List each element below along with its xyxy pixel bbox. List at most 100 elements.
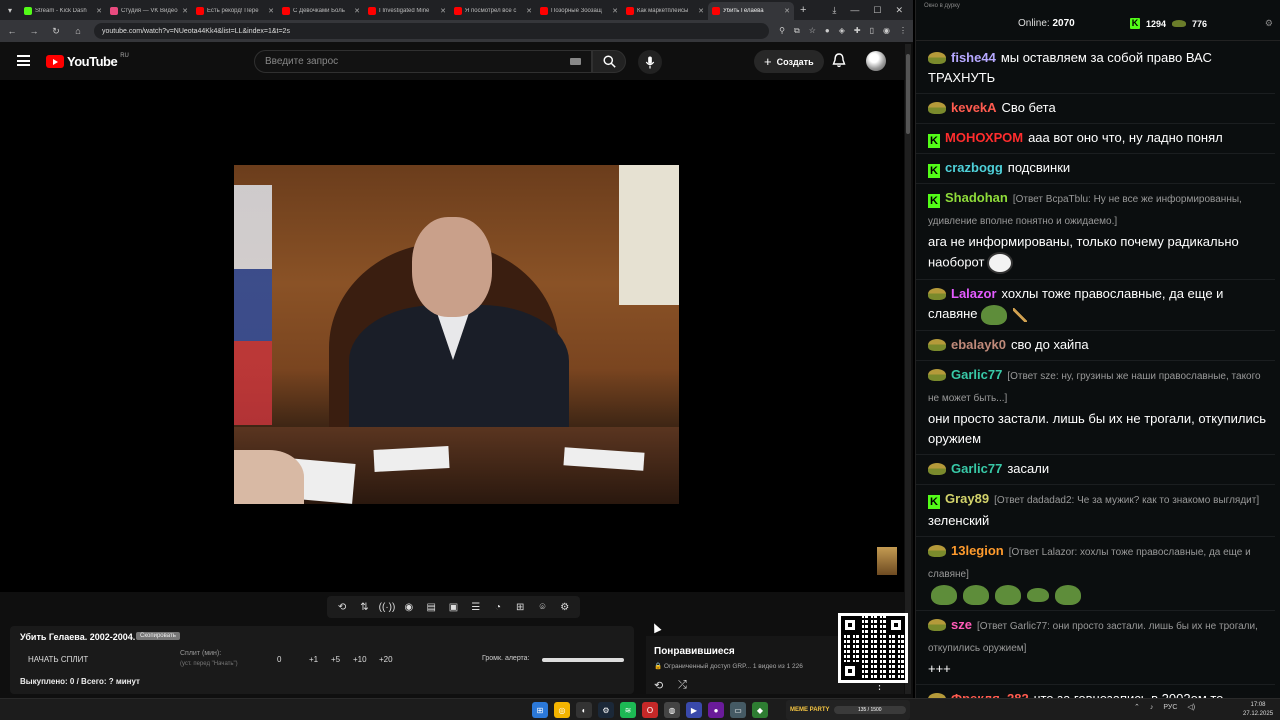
browser-tab[interactable]: Студия — VK Видео ✕ — [106, 2, 192, 20]
chat-username[interactable]: Lalazor — [951, 286, 997, 301]
start-icon[interactable]: ⊞ — [532, 702, 548, 718]
eye-icon[interactable]: ◉ — [401, 602, 417, 613]
terminal-icon[interactable]: ▭ — [730, 702, 746, 718]
home-icon[interactable]: ⌂ — [72, 26, 84, 36]
chat-message[interactable]: ebalayk0 сво до хайпа — [916, 331, 1275, 361]
gamepad-icon[interactable]: ◍ — [664, 702, 680, 718]
lang-indicator[interactable]: РУС — [1163, 704, 1177, 711]
minimize-button[interactable]: — — [850, 5, 859, 16]
chat-messages[interactable]: fishe44 мы оставляем за собой право ВАС Т… — [916, 44, 1275, 716]
extensions-puzzle-icon[interactable]: ✚ — [854, 26, 861, 36]
extension-dot-icon[interactable]: ● — [825, 26, 830, 36]
tab-search-icon[interactable]: ▾ — [0, 0, 20, 20]
avatar[interactable] — [866, 51, 886, 71]
video-player[interactable] — [0, 80, 904, 592]
voice-search-button[interactable] — [638, 50, 662, 74]
download-icon[interactable]: ⤓ — [832, 5, 836, 16]
chat-message[interactable]: K Gray89 [Ответ dadadad2: Че за мужик? как… — [916, 485, 1275, 537]
chat-username[interactable]: sze — [951, 617, 972, 632]
browser-tab[interactable]: Я посмотрел все с ✕ — [450, 2, 536, 20]
chat-username[interactable]: Shadohan — [945, 190, 1008, 205]
chat-username[interactable]: fishe44 — [951, 50, 996, 65]
page-scrollbar[interactable] — [905, 44, 911, 694]
reload-icon[interactable]: ↻ — [50, 26, 62, 37]
playlist-title[interactable]: Понравившиеся — [654, 646, 735, 657]
keyboard-icon[interactable] — [570, 58, 581, 65]
volume-icon[interactable]: ◁) — [1187, 703, 1195, 711]
chat-message[interactable]: Kcrazbogg подсвинки — [916, 154, 1275, 184]
channel-watermark[interactable] — [877, 547, 897, 575]
maximize-button[interactable]: ☐ — [873, 5, 881, 16]
chevron-up-icon[interactable]: ⌃ — [1134, 703, 1140, 711]
browser-tab[interactable]: Убить Гелаева ✕ — [708, 2, 794, 20]
tab-close-icon[interactable]: ✕ — [96, 7, 102, 15]
chat-message[interactable]: kevekA Сво бета — [916, 94, 1275, 124]
tab-close-icon[interactable]: ✕ — [784, 7, 790, 15]
camera-icon[interactable]: ⌾ — [535, 602, 551, 613]
steam-icon[interactable]: ⚙ — [598, 702, 614, 718]
new-tab-button[interactable]: + — [794, 4, 812, 16]
chat-message[interactable]: fishe44 мы оставляем за собой право ВАС Т… — [916, 44, 1275, 94]
url-field[interactable]: youtube.com/watch?v=NUeota44Kk4&list=LL&… — [94, 23, 770, 39]
tab-close-icon[interactable]: ✕ — [440, 7, 446, 15]
start-split-button[interactable]: НАЧАТЬ СПЛИТ — [28, 655, 88, 664]
copy-button[interactable]: Скопировать — [136, 632, 180, 640]
sort-icon[interactable]: ⇅ — [356, 602, 372, 613]
gear-icon[interactable]: ⚙ — [557, 602, 573, 613]
close-button[interactable]: ✕ — [895, 5, 903, 16]
chat-username[interactable]: crazbogg — [945, 160, 1003, 175]
chat-username[interactable]: 13legion — [951, 543, 1004, 558]
search-button[interactable] — [592, 50, 626, 73]
forward-icon[interactable]: → — [28, 26, 40, 36]
back-icon[interactable]: ← — [6, 26, 18, 36]
tab-close-icon[interactable]: ✕ — [268, 7, 274, 15]
subtitles-icon[interactable]: ☰ — [468, 602, 484, 613]
loop-icon[interactable]: ⟲ — [654, 679, 663, 692]
broadcast-icon[interactable]: ((·)) — [379, 602, 396, 613]
chat-message[interactable]: Garlic77 [Ответ sze: ну, грузины же наши … — [916, 361, 1275, 455]
pip-icon[interactable]: ▣ — [445, 602, 461, 613]
browser-menu-icon[interactable]: ⋮ — [899, 26, 907, 36]
repeat-icon[interactable]: ⟲ — [334, 602, 350, 613]
alert-volume-slider[interactable] — [542, 658, 624, 662]
scrollbar-thumb[interactable] — [906, 54, 910, 134]
tab-close-icon[interactable]: ✕ — [182, 7, 188, 15]
opera-icon[interactable]: O — [642, 702, 658, 718]
split-add-5-button[interactable]: +5 — [331, 655, 340, 664]
tab-close-icon[interactable]: ✕ — [698, 7, 704, 15]
chat-settings-icon[interactable]: ⚙ — [1265, 18, 1273, 29]
media-player-icon[interactable]: ▶ — [686, 702, 702, 718]
youtube-logo[interactable]: YouTube RU — [46, 53, 129, 69]
app-icon[interactable]: ◆ — [752, 702, 768, 718]
search-input[interactable] — [265, 56, 570, 67]
chat-message[interactable]: sze [Ответ Garlic77: они просто застали. … — [916, 611, 1275, 686]
chat-username[interactable]: Garlic77 — [951, 367, 1002, 382]
create-button[interactable]: + Создать — [754, 50, 824, 73]
tab-close-icon[interactable]: ✕ — [526, 7, 532, 15]
speed-icon[interactable]: ◔ — [490, 602, 506, 613]
bookmark-star-icon[interactable]: ☆ — [809, 26, 816, 36]
extension-ublock-icon[interactable]: ◈ — [839, 26, 845, 36]
split-add-1-button[interactable]: +1 — [309, 655, 318, 664]
split-add-20-button[interactable]: +20 — [379, 655, 393, 664]
tab-close-icon[interactable]: ✕ — [354, 7, 360, 15]
zoom-icon[interactable]: ⚲ — [779, 26, 785, 36]
sidebar-icon[interactable]: ▯ — [870, 26, 874, 36]
chat-message[interactable]: K Shadohan [Ответ ВсраТblu: Ну не все же и… — [916, 184, 1275, 280]
browser-tab[interactable]: Есть рекорд! Пере ✕ — [192, 2, 278, 20]
chat-username[interactable]: Garlic77 — [951, 461, 1002, 476]
profile-icon[interactable]: ◉ — [883, 26, 890, 36]
browser-tab[interactable]: С Девочками Боль ✕ — [278, 2, 364, 20]
install-icon[interactable]: ⧉ — [794, 26, 800, 36]
clock[interactable]: 17:08 27.12.2025 — [1243, 701, 1273, 719]
shuffle-icon[interactable]: ⤮ — [678, 679, 687, 692]
browser-tab[interactable]: Позорные Зоозащ ✕ — [536, 2, 622, 20]
browser-tab[interactable]: Как маркетплейсы ✕ — [622, 2, 708, 20]
chat-message[interactable]: Garlic77 засали — [916, 455, 1275, 485]
menu-icon[interactable] — [17, 55, 30, 66]
chrome-icon[interactable]: ◎ — [554, 702, 570, 718]
browser-tab[interactable]: Stream - Kick Dash ✕ — [20, 2, 106, 20]
chat-username[interactable]: Gray89 — [945, 491, 989, 506]
chat-message[interactable]: Lalazor хохлы тоже православные, да еще и… — [916, 280, 1275, 331]
discord-icon[interactable]: ◐ — [576, 702, 592, 718]
